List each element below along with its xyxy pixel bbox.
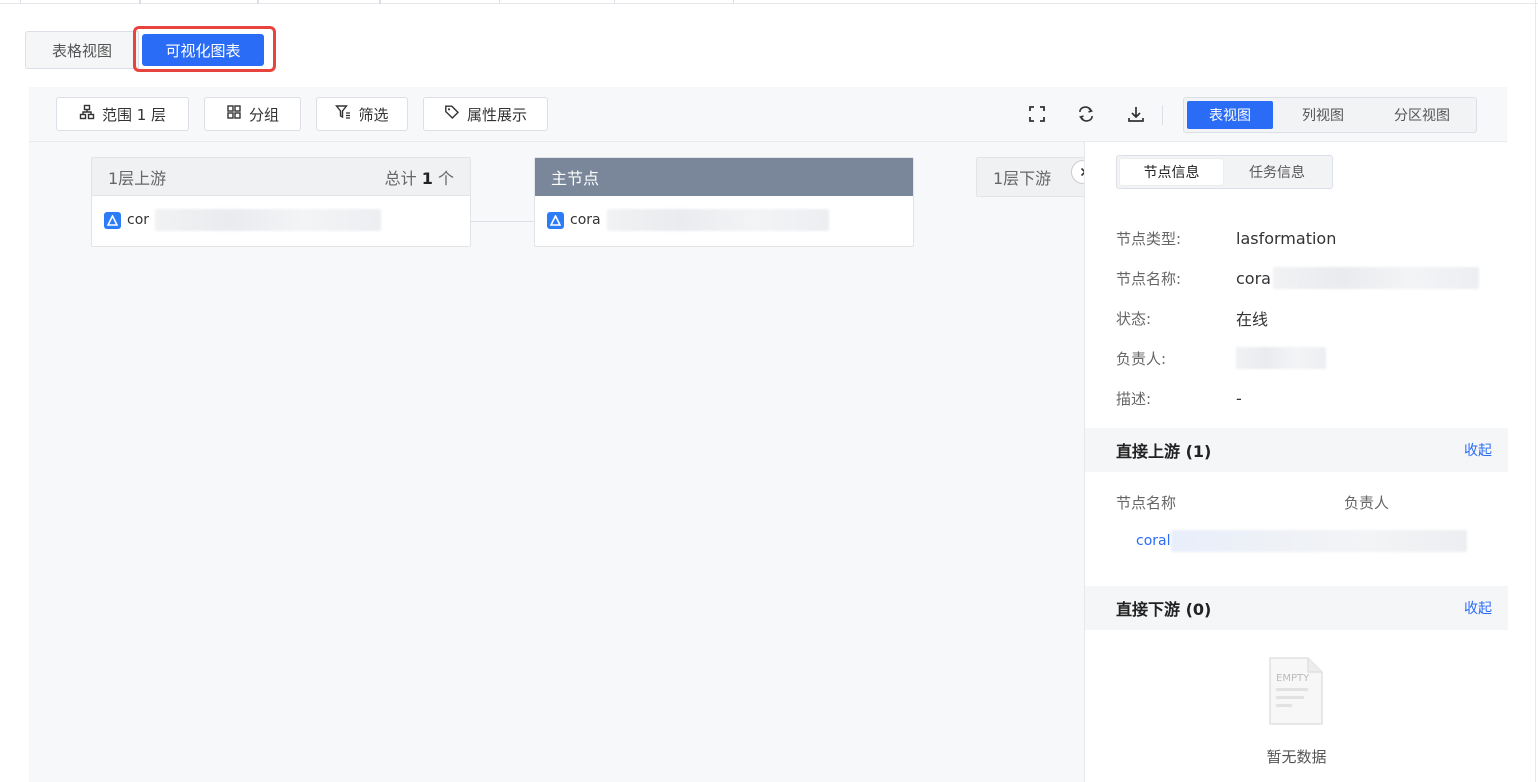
- hierarchy-icon: [79, 104, 95, 124]
- main-node-header: 主节点: [535, 158, 913, 196]
- page-edge-divider: [1535, 0, 1536, 782]
- filter-label: 筛选: [358, 105, 389, 124]
- redacted-text: [155, 209, 382, 231]
- top-tab-strip: [0, 0, 1538, 4]
- scope-label: 范围 1 层: [101, 105, 167, 124]
- main-node-card: 主节点 cora: [534, 157, 914, 247]
- info-owner-row: 负责人:: [1116, 346, 1326, 370]
- tab-task-info[interactable]: 任务信息: [1225, 159, 1329, 185]
- downstream-section-title: 直接下游 (0): [1116, 600, 1212, 619]
- scope-button[interactable]: 范围 1 层: [56, 97, 189, 131]
- empty-document-icon: EMPTY: [1268, 656, 1324, 726]
- upstream-node[interactable]: cor: [92, 196, 470, 244]
- refresh-icon[interactable]: [1075, 103, 1097, 125]
- grid-icon: [226, 104, 242, 124]
- empty-image-text: EMPTY: [1276, 673, 1310, 684]
- top-tab[interactable]: [258, 0, 380, 4]
- lineage-edge: [470, 221, 534, 222]
- fullscreen-icon[interactable]: [1026, 103, 1048, 125]
- upstream-header: 1层上游 总计 1 个: [92, 158, 470, 196]
- count-suffix: 个: [437, 168, 454, 188]
- group-button[interactable]: 分组: [204, 97, 301, 131]
- column-layout-tab[interactable]: 列视图: [1280, 101, 1366, 129]
- toolbar-divider: [1162, 105, 1163, 125]
- redacted-text: [606, 209, 829, 231]
- downstream-title: 1层下游: [993, 169, 1052, 188]
- type-label: 节点类型:: [1116, 229, 1182, 248]
- name-value: cora: [1236, 268, 1271, 288]
- group-label: 分组: [248, 105, 279, 124]
- info-status-row: 状态: 在线: [1116, 306, 1268, 330]
- info-type-row: 节点类型: lasformation: [1116, 226, 1336, 250]
- upstream-title: 1层上游: [108, 168, 167, 188]
- upstream-section-title: 直接上游 (1): [1116, 442, 1212, 461]
- tag-icon: [444, 104, 460, 124]
- count-prefix: 总计: [384, 168, 417, 188]
- main-node[interactable]: cora: [535, 196, 913, 244]
- partition-layout-tab[interactable]: 分区视图: [1372, 101, 1472, 129]
- desc-value: -: [1236, 388, 1242, 408]
- layout-view-switch: 表视图 列视图 分区视图: [1183, 97, 1477, 133]
- app-logo-icon: [547, 211, 564, 229]
- owner-label: 负责人:: [1116, 349, 1167, 368]
- redacted-text: [1272, 267, 1479, 289]
- desc-label: 描述:: [1116, 389, 1152, 408]
- view-switch: 表格视图: [25, 31, 139, 69]
- status-label: 状态:: [1116, 309, 1152, 328]
- attribute-label: 属性展示: [466, 105, 527, 124]
- node-detail-panel: 节点信息 任务信息 节点类型: lasformation 节点名称: cora …: [1084, 142, 1508, 782]
- top-tab[interactable]: [614, 0, 734, 4]
- upstream-count: 总计 1 个: [385, 165, 454, 189]
- downstream-collapse-link[interactable]: 收起: [1464, 598, 1492, 618]
- upstream-card: 1层上游 总计 1 个 cor: [91, 157, 471, 247]
- filter-button[interactable]: 筛选: [316, 97, 408, 131]
- upstream-collapse-link[interactable]: 收起: [1464, 440, 1492, 460]
- redacted-text: [1170, 530, 1467, 552]
- upstream-node-link[interactable]: coral: [1136, 533, 1171, 549]
- top-tab[interactable]: [20, 0, 140, 4]
- top-tab[interactable]: [140, 0, 258, 4]
- upstream-section-header: 直接上游 (1) 收起: [1085, 428, 1508, 472]
- redacted-text: [1236, 347, 1326, 369]
- status-value: 在线: [1236, 310, 1269, 329]
- filter-icon: [335, 104, 351, 124]
- panel-tabs: 节点信息 任务信息: [1116, 155, 1333, 189]
- table-view-button[interactable]: 表格视图: [25, 31, 139, 69]
- type-value: lasformation: [1236, 228, 1337, 248]
- name-label: 节点名称:: [1116, 269, 1182, 288]
- info-name-row: 节点名称: cora: [1116, 266, 1479, 290]
- top-tab[interactable]: [380, 0, 500, 4]
- tab-node-info[interactable]: 节点信息: [1120, 159, 1223, 185]
- empty-text: 暂无数据: [1266, 748, 1327, 766]
- canvas-toolbar: 范围 1 层 分组 筛选 属性展示 表视图 列视图 分区视图: [29, 87, 1507, 142]
- main-node-label: cora: [570, 212, 601, 228]
- main-node-title: 主节点: [551, 169, 600, 188]
- upstream-node-label: cor: [127, 212, 150, 228]
- table-layout-tab[interactable]: 表视图: [1187, 101, 1273, 129]
- downstream-section-header: 直接下游 (0) 收起: [1085, 586, 1508, 630]
- chart-view-button[interactable]: 可视化图表: [142, 34, 264, 66]
- attribute-display-button[interactable]: 属性展示: [423, 97, 548, 131]
- info-desc-row: 描述: -: [1116, 386, 1242, 410]
- app-logo-icon: [104, 211, 121, 229]
- download-icon[interactable]: [1125, 103, 1147, 125]
- col-owner: 负责人: [1344, 494, 1390, 512]
- col-node-name: 节点名称: [1116, 494, 1177, 512]
- upstream-table-row: coral: [1136, 530, 1467, 552]
- count-value: 1: [421, 168, 433, 188]
